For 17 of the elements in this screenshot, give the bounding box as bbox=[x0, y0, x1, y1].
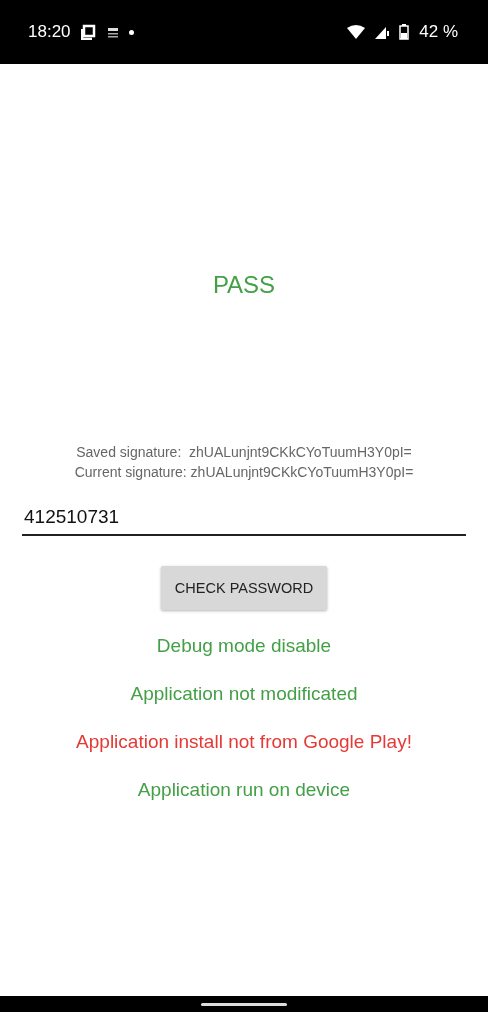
check-password-button[interactable]: CHECK PASSWORD bbox=[161, 566, 327, 610]
result-text: PASS bbox=[212, 270, 276, 300]
status-time: 18:20 bbox=[28, 22, 71, 42]
wifi-icon bbox=[347, 25, 366, 39]
battery-icon bbox=[399, 24, 410, 40]
home-handle[interactable] bbox=[201, 1002, 287, 1006]
check-result-text: Application not modificated bbox=[130, 682, 358, 706]
square-app-icon bbox=[80, 24, 97, 40]
check-result-text: Application install not from Google Play! bbox=[76, 730, 412, 754]
password-field[interactable]: 412510731 bbox=[22, 506, 466, 536]
battery-percent: 42 % bbox=[419, 22, 458, 42]
check-result-text: Application run on device bbox=[137, 778, 351, 802]
signature-text: Saved signature: zhUALunjnt9CKkCYoTuumH3Y0pI= bbox=[76, 443, 412, 462]
check-result-text: Debug mode disable bbox=[156, 634, 332, 658]
signal-icon bbox=[375, 25, 390, 39]
signature-text: Current signature: zhUALunjnt9CKkCYoTuumH3Y0pI= bbox=[74, 463, 414, 482]
dot-icon bbox=[128, 29, 134, 35]
